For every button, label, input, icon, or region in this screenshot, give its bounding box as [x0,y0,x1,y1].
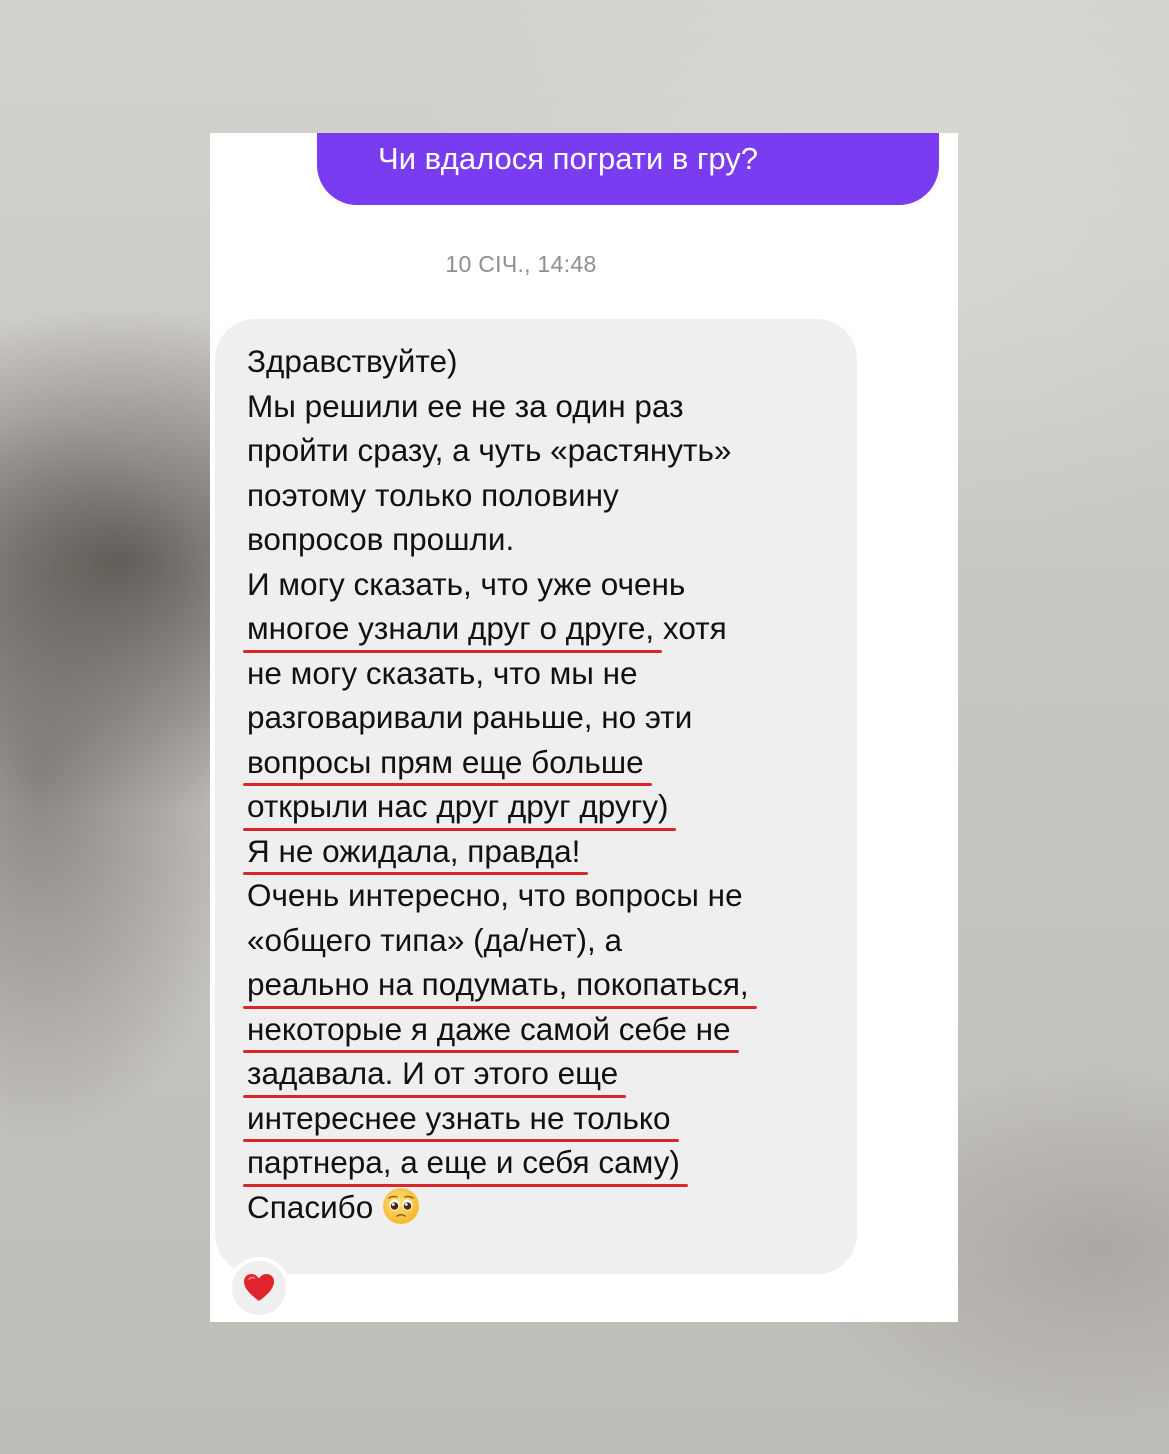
outgoing-message-bubble: Чи вдалося пограти в гру? [317,133,939,205]
reaction-badge[interactable] [228,1257,290,1319]
line-text: Здравствуйте) [247,343,458,379]
message-line: Мы решили ее не за один раз [247,384,847,429]
line-text: не могу сказать, что мы не [247,654,638,691]
underlined-text: партнера, а еще и себя саму) [243,1140,688,1186]
underlined-text: задавала. И от этого еще [242,1051,627,1097]
underlined-text: многое узнали друг о друге, [242,606,663,652]
message-line: Здравствуйте) [247,339,847,384]
message-line: вопросы прям еще больше [243,740,847,786]
line-text: И могу сказать, что уже очень [247,565,686,602]
message-timestamp: 10 СІЧ., 14:48 [445,251,597,277]
line-text: вопросов прошли. [247,521,515,557]
line-text: разговаривали раньше, но эти [247,699,693,735]
message-line: реально на подумать, покопаться, [243,962,847,1008]
message-line: открыли нас друг друг другу) [242,784,847,830]
underlined-text: интереснее узнать не только [243,1096,679,1142]
message-line: Я не ожидала, правда! [242,829,847,875]
incoming-message-bubble[interactable]: Здравствуйте) Мы решили ее не за один раз… [215,319,857,1274]
line-text: поэтому только половину [247,476,619,513]
underlined-text: открыли нас друг друг другу) [242,784,677,830]
chat-screenshot: Чи вдалося пограти в гру? 10 СІЧ., 14:48… [210,133,958,1322]
message-line: многое узнали друг о друге, хотя [242,606,847,652]
pleading-face-icon [383,1188,420,1225]
message-line: И могу сказать, что уже очень [247,562,847,607]
message-line: не могу сказать, что мы не [247,651,847,696]
message-line: вопросов прошли. [247,517,847,562]
underlined-text: вопросы прям еще больше [243,740,652,786]
line-text-tail: хотя [654,610,727,646]
message-line: пройти сразу, а чуть «растянуть» [247,428,847,473]
message-line: партнера, а еще и себя саму) [243,1140,847,1186]
line-text: Спасибо [247,1188,374,1225]
message-line: разговаривали раньше, но эти [247,695,847,740]
incoming-message-text: Здравствуйте) Мы решили ее не за один раз… [242,339,847,1230]
message-line: некоторые я даже самой себе не [243,1007,847,1053]
line-text: «общего типа» (да/нет), а [247,921,623,958]
line-text: пройти сразу, а чуть «растянуть» [247,432,732,468]
line-text: Мы решили ее не за один раз [247,387,684,424]
underlined-text: некоторые я даже самой себе не [243,1007,739,1053]
message-line: поэтому только половину [247,473,847,518]
outgoing-message-text: Чи вдалося пограти в гру? [378,141,758,176]
message-line: «общего типа» (да/нет), а [247,918,847,963]
message-line: задавала. И от этого еще [242,1051,847,1097]
message-line: Очень интересно, что вопросы не [247,873,847,918]
line-text: Очень интересно, что вопросы не [247,877,743,913]
message-line: Спасибо [247,1185,847,1230]
message-line: интереснее узнать не только [243,1096,847,1142]
red-heart-icon [244,1274,274,1301]
underlined-text: Я не ожидала, правда! [242,829,589,875]
underlined-text: реально на подумать, покопаться, [243,962,757,1008]
